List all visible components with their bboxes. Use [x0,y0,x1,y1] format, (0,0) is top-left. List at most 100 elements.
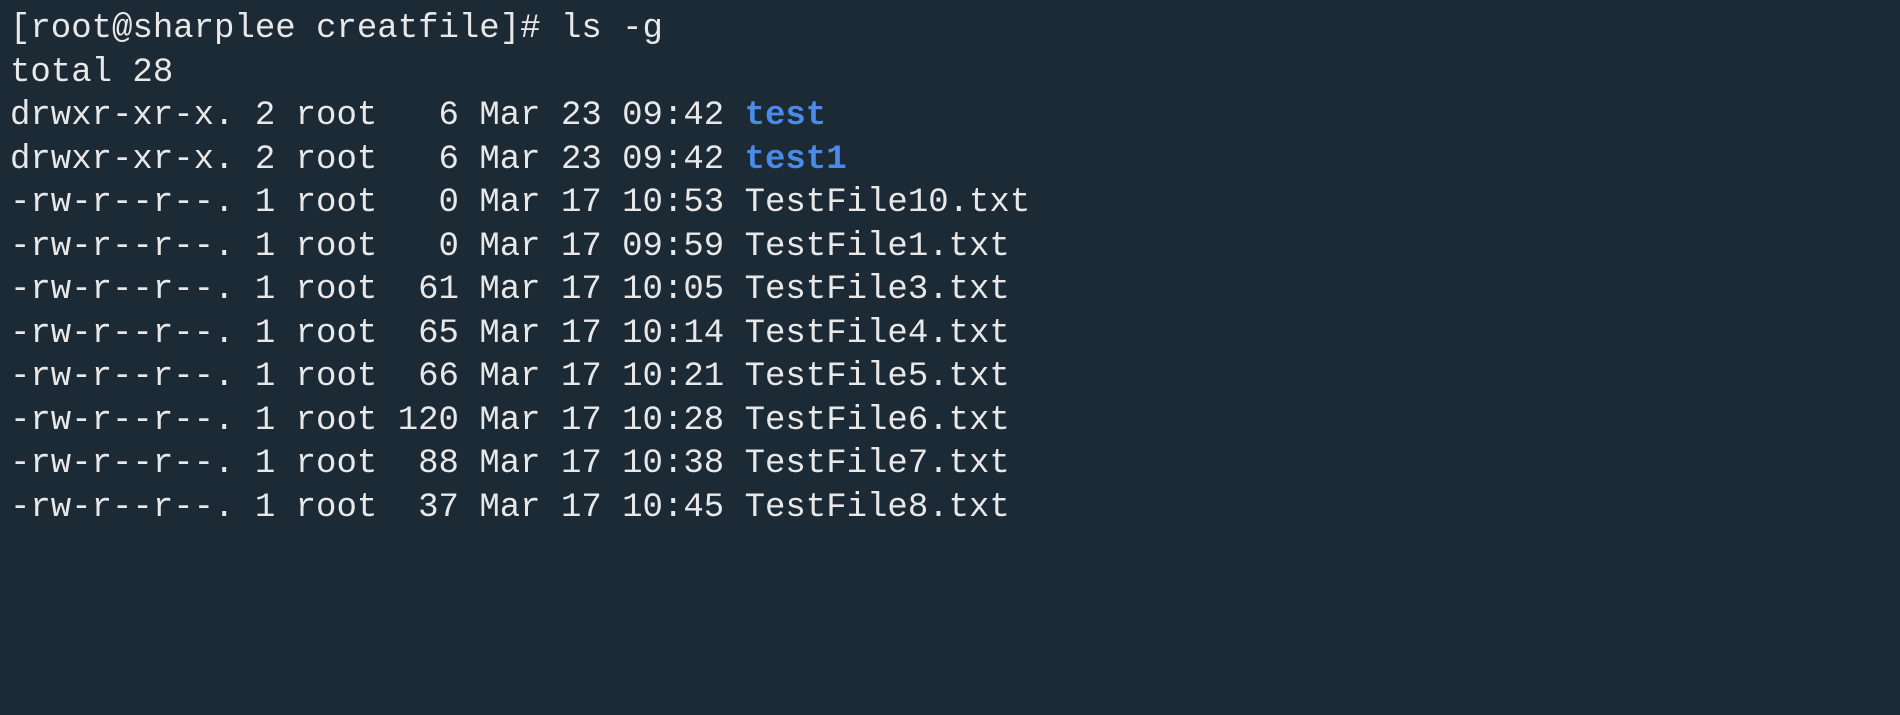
group: root [296,358,378,396]
listing-row: -rw-r--r--. 1 root 65 Mar 17 10:14 TestF… [10,313,1890,357]
links: 2 [255,97,275,135]
prompt-at: @ [112,10,132,48]
time: 10:38 [622,445,724,483]
file-name: TestFile6.txt [745,402,1010,440]
prompt-symbol: # [520,10,540,48]
listing-row: -rw-r--r--. 1 root 37 Mar 17 10:45 TestF… [10,487,1890,531]
command-text: ls -g [561,10,663,48]
day: 17 [561,358,602,396]
links: 1 [255,445,275,483]
prompt-host: sharplee [132,10,295,48]
month: Mar [479,358,540,396]
group: root [296,271,378,309]
prompt-close-bracket: ] [500,10,520,48]
size: 120 [398,402,459,440]
day: 23 [561,141,602,179]
prompt-open-bracket: [ [10,10,30,48]
listing-row: -rw-r--r--. 1 root 0 Mar 17 09:59 TestFi… [10,226,1890,270]
file-name: TestFile4.txt [745,315,1010,353]
listing-row: drwxr-xr-x. 2 root 6 Mar 23 09:42 test [10,95,1890,139]
time: 10:05 [622,271,724,309]
file-name: TestFile3.txt [745,271,1010,309]
listing-row: drwxr-xr-x. 2 root 6 Mar 23 09:42 test1 [10,139,1890,183]
size: 65 [398,315,459,353]
size: 37 [398,489,459,527]
time: 10:28 [622,402,724,440]
links: 1 [255,489,275,527]
group: root [296,184,378,222]
perms: drwxr-xr-x. [10,97,234,135]
prompt-user: root [30,10,112,48]
prompt-cwd: creatfile [316,10,500,48]
perms: drwxr-xr-x. [10,141,234,179]
perms: -rw-r--r--. [10,445,234,483]
listing-row: -rw-r--r--. 1 root 66 Mar 17 10:21 TestF… [10,356,1890,400]
time: 09:42 [622,141,724,179]
time: 10:45 [622,489,724,527]
day: 17 [561,402,602,440]
links: 1 [255,271,275,309]
month: Mar [479,445,540,483]
group: root [296,445,378,483]
day: 17 [561,489,602,527]
day: 17 [561,445,602,483]
directory-name: test [745,97,827,135]
group: root [296,228,378,266]
day: 23 [561,97,602,135]
directory-name: test1 [745,141,847,179]
size: 61 [398,271,459,309]
links: 1 [255,402,275,440]
group: root [296,141,378,179]
perms: -rw-r--r--. [10,358,234,396]
month: Mar [479,315,540,353]
month: Mar [479,184,540,222]
group: root [296,489,378,527]
file-name: TestFile8.txt [745,489,1010,527]
links: 1 [255,184,275,222]
listing-row: -rw-r--r--. 1 root 61 Mar 17 10:05 TestF… [10,269,1890,313]
time: 09:42 [622,97,724,135]
size: 0 [398,228,459,266]
links: 1 [255,358,275,396]
group: root [296,315,378,353]
total-line: total 28 [10,52,1890,96]
file-name: TestFile7.txt [745,445,1010,483]
terminal-output[interactable]: [root@sharplee creatfile]# ls -gtotal 28… [10,8,1890,530]
time: 09:59 [622,228,724,266]
links: 1 [255,228,275,266]
group: root [296,402,378,440]
size: 6 [398,97,459,135]
month: Mar [479,97,540,135]
time: 10:21 [622,358,724,396]
prompt-line[interactable]: [root@sharplee creatfile]# ls -g [10,8,1890,52]
size: 88 [398,445,459,483]
day: 17 [561,228,602,266]
day: 17 [561,184,602,222]
perms: -rw-r--r--. [10,315,234,353]
perms: -rw-r--r--. [10,489,234,527]
file-name: TestFile1.txt [745,228,1010,266]
month: Mar [479,402,540,440]
month: Mar [479,141,540,179]
file-name: TestFile5.txt [745,358,1010,396]
perms: -rw-r--r--. [10,228,234,266]
listing-row: -rw-r--r--. 1 root 0 Mar 17 10:53 TestFi… [10,182,1890,226]
size: 0 [398,184,459,222]
group: root [296,97,378,135]
file-name: TestFile10.txt [745,184,1031,222]
size: 6 [398,141,459,179]
day: 17 [561,271,602,309]
day: 17 [561,315,602,353]
perms: -rw-r--r--. [10,402,234,440]
time: 10:14 [622,315,724,353]
month: Mar [479,489,540,527]
month: Mar [479,228,540,266]
links: 1 [255,315,275,353]
perms: -rw-r--r--. [10,271,234,309]
time: 10:53 [622,184,724,222]
perms: -rw-r--r--. [10,184,234,222]
links: 2 [255,141,275,179]
listing-row: -rw-r--r--. 1 root 120 Mar 17 10:28 Test… [10,400,1890,444]
month: Mar [479,271,540,309]
listing-row: -rw-r--r--. 1 root 88 Mar 17 10:38 TestF… [10,443,1890,487]
